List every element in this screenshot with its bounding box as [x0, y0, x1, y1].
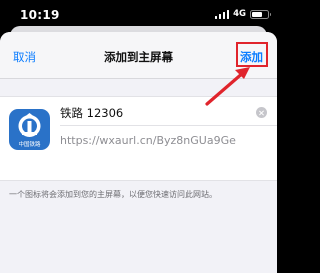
status-indicators: 4G	[214, 9, 271, 19]
battery-icon	[250, 9, 271, 19]
annotation-arrow	[205, 67, 250, 106]
status-time: 10:19	[20, 8, 60, 22]
screen: 10:19 4G 取消 添加到主屏幕 添加 中国铁路 铁路 12306 http…	[0, 0, 277, 273]
add-to-home-screen-sheet: 取消 添加到主屏幕 添加 中国铁路 铁路 12306 https://wxaur…	[0, 32, 277, 273]
battery-level	[252, 11, 262, 17]
hint-text: 一个图标将会添加到您的主屏幕，以便您快速访问此网站。	[9, 190, 217, 199]
cellular-signal-icon	[214, 9, 230, 19]
network-type: 4G	[233, 9, 246, 19]
